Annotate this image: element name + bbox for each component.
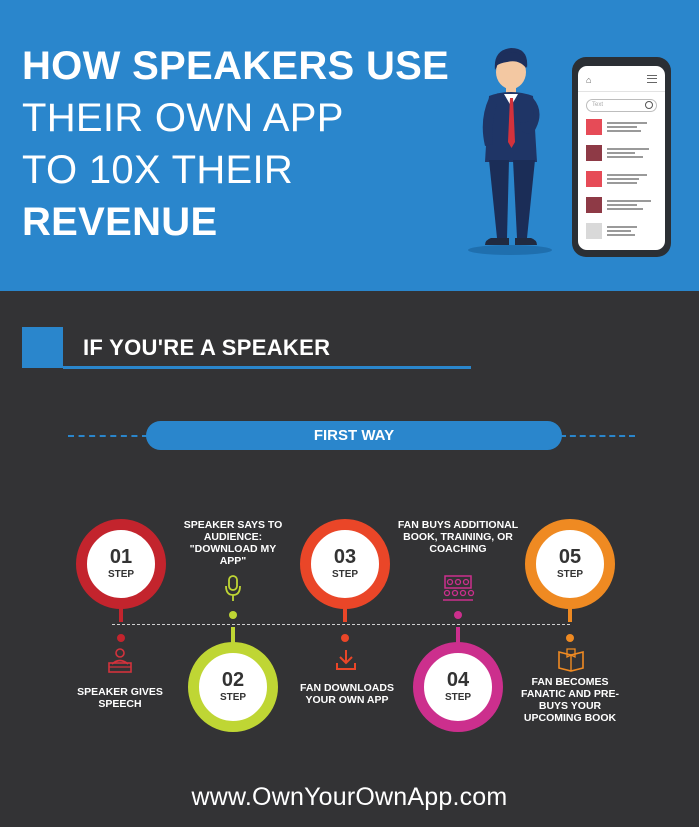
phone-list-text-line [607,230,631,232]
phone-list-text-line [607,174,647,176]
section-underline [63,366,471,369]
step-2-number: 02 [221,669,245,691]
way-divider-left [68,435,148,437]
audience-icon [443,575,475,601]
phone-list-text-line [607,152,635,154]
step-4-label: STEP [444,692,472,703]
step-4-caption: FAN BUYS ADDITIONAL BOOK, TRAINING, OR C… [397,519,519,555]
step-1-label: STEP [107,569,135,580]
hero-title-line-2: THEIR OWN APP [22,96,344,140]
speaker-podium-icon [108,648,132,673]
hero-title: HOW SPEAKERS USE THEIR OWN APP TO 10X TH… [22,40,449,248]
phone-app-header: ⌂ [578,66,665,92]
phone-list-thumbnail [586,119,602,135]
phone-list-text-line [607,182,637,184]
step-5-dot [566,634,574,642]
phone-search-placeholder: Text [592,102,604,108]
step-3-caption: FAN DOWNLOADS YOUR OWN APP [300,682,394,706]
businessman-illustration [468,48,552,255]
step-1-caption: SPEAKER GIVES SPEECH [77,686,163,710]
phone-list-text-line [607,178,639,180]
hero-title-line-3: TO 10X THEIR [22,148,294,192]
step-5-label: STEP [556,569,584,580]
hero-title-line-1: HOW SPEAKERS USE [22,44,450,88]
step-5-number: 05 [558,546,582,568]
phone-list-row [586,145,659,161]
phone-list-text-line [607,234,635,236]
step-3-circle: 03 STEP [300,519,390,609]
step-5-stem [568,606,572,622]
step-5-caption: FAN BECOMES FANATIC AND PRE-BUYS YOUR UP… [521,676,619,724]
step-2-label: STEP [219,692,247,703]
section-title: IF YOU'RE A SPEAKER [83,335,331,360]
footer-website-url[interactable]: www.OwnYourOwnApp.com [0,783,699,812]
hero-title-line-4: REVENUE [22,200,218,244]
step-3-dot [341,634,349,642]
phone-list-thumbnail [586,197,602,213]
phone-list-thumbnail [586,223,602,239]
step-3-label: STEP [331,569,359,580]
phone-screen: ⌂ Text [578,66,665,250]
step-5-circle: 05 STEP [525,519,615,609]
phone-list-row [586,223,659,239]
phone-list-text-line [607,148,649,150]
phone-search-bar: Text [586,99,657,112]
phone-mockup: ⌂ Text [572,57,671,257]
step-1-number: 01 [109,546,133,568]
phone-list-text-line [607,200,651,202]
phone-list-row [586,171,659,187]
phone-list-text-line [607,122,647,124]
phone-list-text-line [607,130,641,132]
search-icon [645,101,653,109]
phone-list-row [586,197,659,213]
phone-list-text-line [607,226,637,228]
step-4-dot [454,611,462,619]
step-2-circle: 02 STEP [188,642,278,732]
step-1-circle: 01 STEP [76,519,166,609]
phone-list-text-line [607,126,637,128]
hero-banner: HOW SPEAKERS USE THEIR OWN APP TO 10X TH… [0,0,699,291]
book-icon [558,648,584,672]
phone-list-text-line [607,156,643,158]
first-way-pill: FIRST WAY [146,421,562,450]
step-3-number: 03 [333,546,357,568]
step-2-dot [229,611,237,619]
step-2-caption: SPEAKER SAYS TO AUDIENCE: "DOWNLOAD MY A… [183,519,283,567]
phone-list-text-line [607,204,637,206]
phone-list-text-line [607,208,643,210]
step-4-number: 04 [446,669,470,691]
step-3-stem [343,606,347,622]
step-1-dot [117,634,125,642]
home-icon: ⌂ [586,75,592,85]
way-divider-right [560,435,635,437]
timeline-line [112,624,570,625]
microphone-icon [225,575,241,601]
phone-list-thumbnail [586,171,602,187]
phone-list-row [586,119,659,135]
phone-list-thumbnail [586,145,602,161]
download-icon [336,650,356,670]
hamburger-menu-icon [647,75,657,83]
step-1-stem [119,606,123,622]
step-4-circle: 04 STEP [413,642,503,732]
section-accent-block [22,327,63,368]
